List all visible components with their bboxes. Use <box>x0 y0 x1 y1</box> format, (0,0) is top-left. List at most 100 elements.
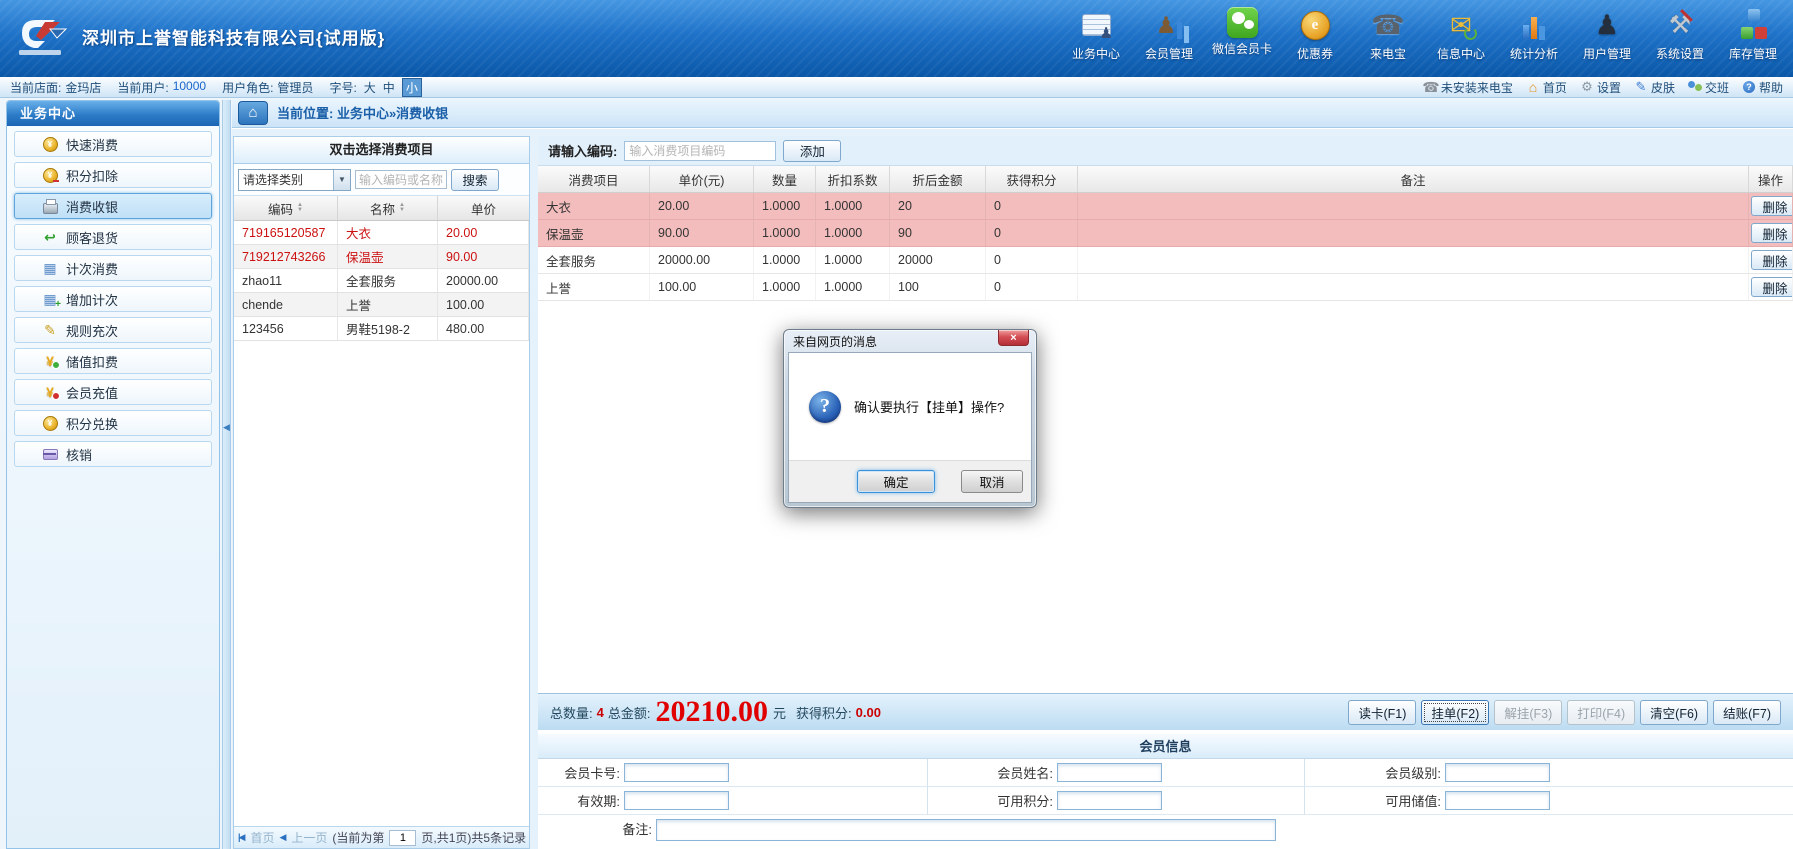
home-link[interactable]: 首页 <box>1526 79 1567 96</box>
nav-system-settings[interactable]: 系统设置 <box>1648 7 1712 62</box>
read-card-button[interactable]: 读卡(F1) <box>1348 700 1416 725</box>
dialog-title: 来自网页的消息 <box>793 333 877 350</box>
prev-page-label[interactable]: 上一页 <box>291 829 327 846</box>
sidebar-title: 业务中心 <box>7 101 219 126</box>
column-code[interactable]: 编码 <box>234 196 338 220</box>
note-input[interactable] <box>656 819 1276 841</box>
first-page-icon[interactable]: ◀ <box>238 832 245 843</box>
item-row[interactable]: zhao11 全套服务 20000.00 <box>234 269 529 293</box>
sort-icon[interactable] <box>297 203 303 213</box>
first-page-label[interactable]: 首页 <box>250 829 274 846</box>
sidebar-item-cashier[interactable]: 消费收银 <box>14 193 212 219</box>
chevron-down-icon[interactable] <box>333 170 350 190</box>
nav-user-management[interactable]: 用户管理 <box>1575 7 1639 62</box>
top-nav: 业务中心 会员管理 微信会员卡 优惠券 来电宝 信息中心 统计分析 用户管理 <box>1064 7 1785 62</box>
category-select[interactable]: 请选择类别 <box>238 169 351 191</box>
code-entry-label: 请输入编码: <box>548 141 617 160</box>
item-row[interactable]: 123456 男鞋5198-2 480.00 <box>234 317 529 341</box>
item-code-input[interactable] <box>624 141 776 161</box>
search-button[interactable]: 搜索 <box>451 169 499 191</box>
checkout-button[interactable]: 结账(F7) <box>1713 700 1781 725</box>
home-tab-icon[interactable] <box>238 101 268 125</box>
dialog-message: 确认要执行【挂单】操作? <box>854 397 1004 416</box>
cancel-button[interactable]: 取消 <box>961 470 1023 493</box>
sidebar-item-points-deduct[interactable]: 积分扣除 <box>14 162 212 188</box>
nav-statistics[interactable]: 统计分析 <box>1502 7 1566 62</box>
total-amount-label: 总金额: <box>608 703 651 722</box>
status-bar: 当前店面:金玛店 当前用户:10000 用户角色:管理员 字号: 大 中 小 未… <box>0 77 1793 98</box>
font-size-large[interactable]: 大 <box>364 79 376 96</box>
dialog-title-bar[interactable]: 来自网页的消息 × <box>788 330 1032 352</box>
sidebar-item-add-count[interactable]: 增加计次 <box>14 286 212 312</box>
cart-row[interactable]: 大衣 20.00 1.0000 1.0000 20 0 删除 <box>538 193 1793 220</box>
page-number-input[interactable] <box>389 830 416 846</box>
picker-pagination: ◀ 首页 ◀ 上一页 (当前为第 页,共1页)共5条记录 <box>234 826 529 848</box>
nav-message-center[interactable]: 信息中心 <box>1429 7 1493 62</box>
add-button[interactable]: 添加 <box>783 140 841 162</box>
sidebar-item-count-consume[interactable]: 计次消费 <box>14 255 212 281</box>
nav-inventory[interactable]: 库存管理 <box>1721 7 1785 62</box>
delete-button[interactable]: 删除 <box>1751 223 1793 243</box>
nav-caller-id[interactable]: 来电宝 <box>1356 7 1420 62</box>
nav-wechat-member-card[interactable]: 微信会员卡 <box>1210 7 1274 62</box>
picker-title: 双击选择消费项目 <box>234 137 529 164</box>
points-value: 0.00 <box>856 705 881 720</box>
skin-link[interactable]: 皮肤 <box>1634 79 1675 96</box>
item-row[interactable]: 719165120587 大衣 20.00 <box>234 221 529 245</box>
sidebar-item-rule-recharge[interactable]: 规则充次 <box>14 317 212 343</box>
member-name-input[interactable] <box>1057 763 1162 782</box>
sidebar-item-quick-consume[interactable]: 快速消费 <box>14 131 212 157</box>
column-name[interactable]: 名称 <box>338 196 438 220</box>
hold-order-button[interactable]: 挂单(F2) <box>1421 700 1489 725</box>
stored-value-label: 可用储值: <box>1305 791 1441 810</box>
font-size-small[interactable]: 小 <box>402 78 422 97</box>
item-row[interactable]: chende 上誉 100.00 <box>234 293 529 317</box>
confirm-button[interactable]: 确定 <box>857 470 935 493</box>
cart-row[interactable]: 上誉 100.00 1.0000 1.0000 100 0 删除 <box>538 274 1793 301</box>
font-size-medium[interactable]: 中 <box>383 79 395 96</box>
sidebar-item-points-exchange[interactable]: 积分兑换 <box>14 410 212 436</box>
settings-link[interactable]: 设置 <box>1580 79 1621 96</box>
question-icon: ? <box>809 391 841 423</box>
sort-icon[interactable] <box>399 203 405 213</box>
caller-id-status[interactable]: 未安装来电宝 <box>1424 79 1513 96</box>
message-center-icon <box>1442 7 1480 43</box>
nav-coupon[interactable]: 优惠券 <box>1283 7 1347 62</box>
sidebar-item-stored-value-deduct[interactable]: 储值扣费 <box>14 348 212 374</box>
member-card-input[interactable] <box>624 763 729 782</box>
expiry-input[interactable] <box>624 791 729 810</box>
collapse-arrow-icon[interactable]: ◀ <box>223 422 230 433</box>
stored-value-input[interactable] <box>1445 791 1550 810</box>
action-buttons: 读卡(F1) 挂单(F2) 解挂(F3) 打印(F4) 清空(F6) 结账(F7… <box>1348 700 1781 725</box>
card-icon <box>42 446 58 462</box>
gear-icon <box>1580 80 1594 94</box>
wechat-member-card-icon <box>1227 7 1258 38</box>
column-price[interactable]: 单价 <box>438 196 529 220</box>
nav-member-management[interactable]: 会员管理 <box>1137 7 1201 62</box>
cart-row[interactable]: 全套服务 20000.00 1.0000 1.0000 20000 0 删除 <box>538 247 1793 274</box>
shift-change-link[interactable]: 交班 <box>1688 79 1729 96</box>
item-row[interactable]: 719212743266 保温壶 90.00 <box>234 245 529 269</box>
sidebar-splitter[interactable]: ◀ <box>222 100 231 849</box>
close-icon[interactable]: × <box>998 330 1029 346</box>
user-management-icon <box>1588 7 1626 43</box>
prev-page-icon[interactable]: ◀ <box>279 832 286 843</box>
delete-button[interactable]: 删除 <box>1751 196 1793 216</box>
help-link[interactable]: 帮助 <box>1742 79 1783 96</box>
delete-button[interactable]: 删除 <box>1751 277 1793 297</box>
delete-button[interactable]: 删除 <box>1751 250 1793 270</box>
total-amount: 20210.00 <box>655 697 768 727</box>
cart-row[interactable]: 保温壶 90.00 1.0000 1.0000 90 0 删除 <box>538 220 1793 247</box>
member-level-input[interactable] <box>1445 763 1550 782</box>
nav-business-center[interactable]: 业务中心 <box>1064 7 1128 62</box>
print-button: 打印(F4) <box>1567 700 1635 725</box>
available-points-input[interactable] <box>1057 791 1162 810</box>
sidebar-item-verification[interactable]: 核销 <box>14 441 212 467</box>
sidebar-item-customer-return[interactable]: 顾客退货 <box>14 224 212 250</box>
coupon-icon <box>1296 7 1334 43</box>
sidebar-item-member-recharge[interactable]: 会员充值 <box>14 379 212 405</box>
yen-red-icon <box>42 384 58 400</box>
item-search-input[interactable] <box>355 170 447 189</box>
unhold-order-button: 解挂(F3) <box>1494 700 1562 725</box>
clear-button[interactable]: 清空(F6) <box>1640 700 1708 725</box>
